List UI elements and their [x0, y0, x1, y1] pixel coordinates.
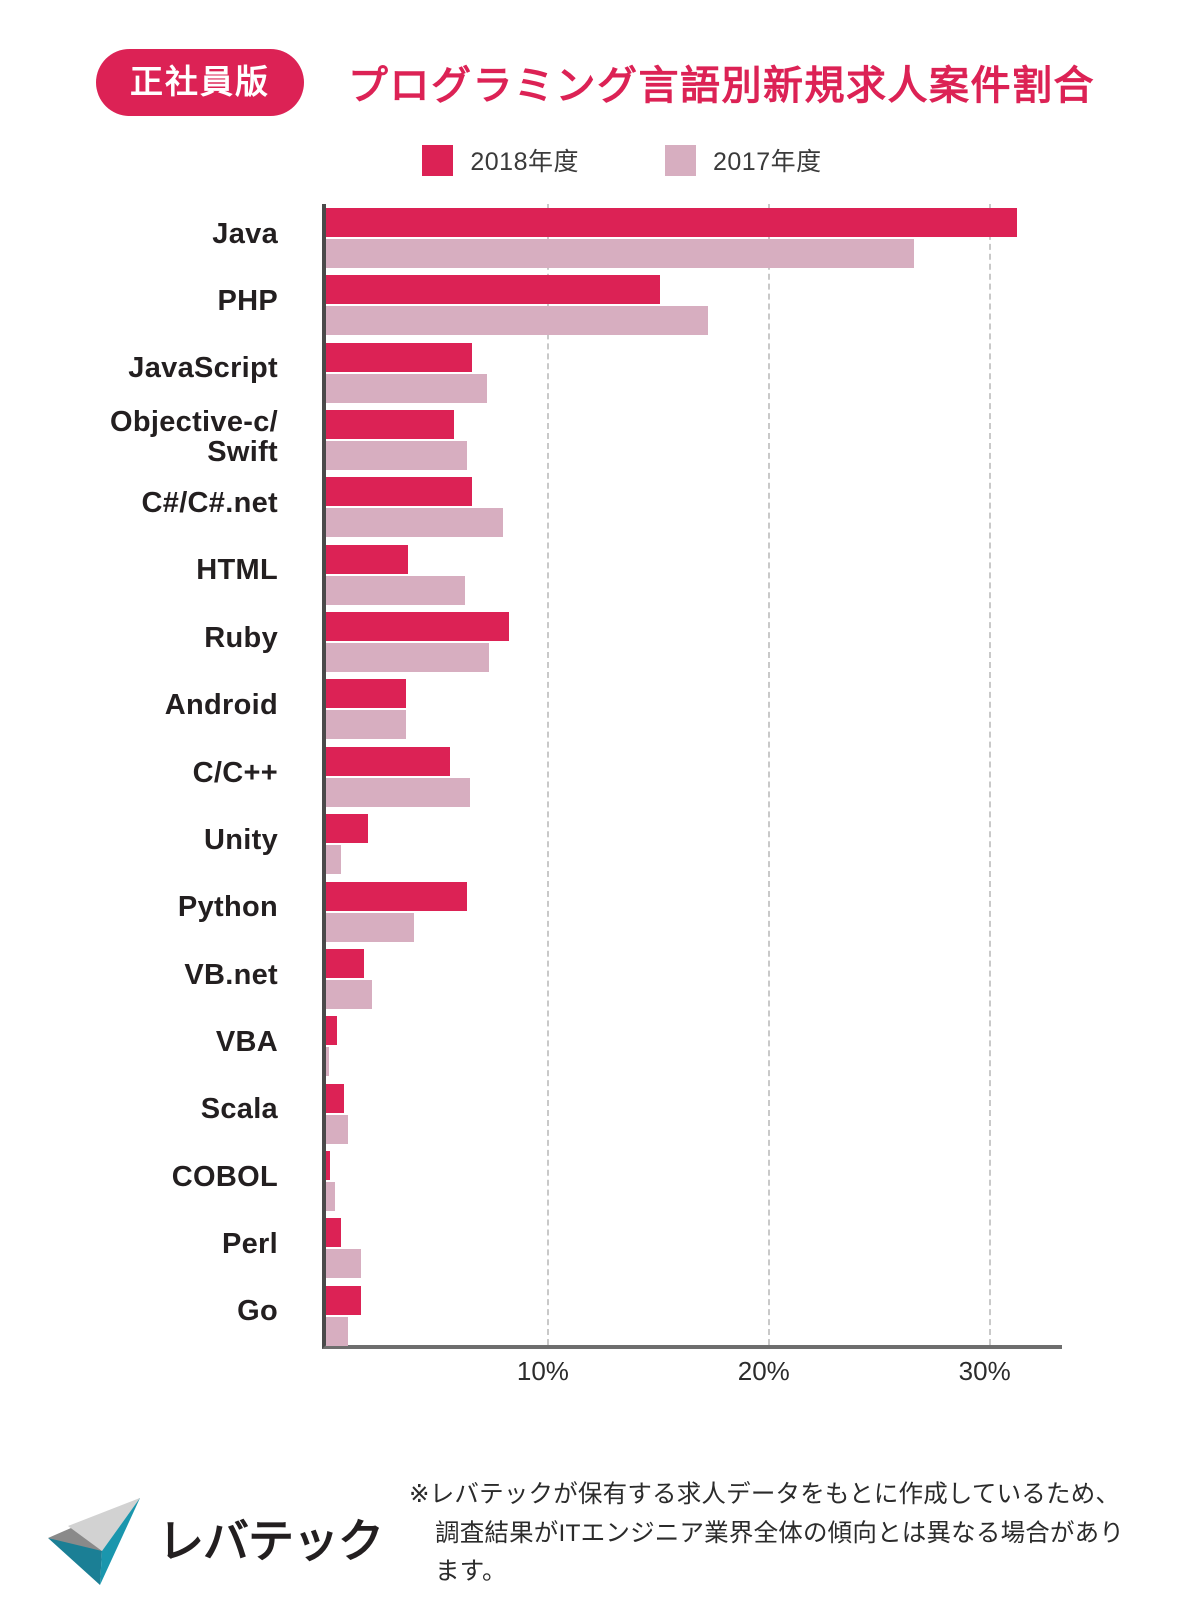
legend-item-2017[interactable]: 2017年度 — [665, 142, 822, 178]
y-axis-label-perl: Perl — [221, 1227, 278, 1260]
chart-legend: 2018年度 2017年度 — [0, 142, 1184, 178]
bar-row — [326, 410, 1062, 477]
bar-go-2018年度[interactable] — [326, 1285, 362, 1315]
y-axis-label-go: Go — [237, 1295, 278, 1328]
legend-label-2017: 2017年度 — [713, 148, 822, 176]
y-axis-label-objective-c-swift: Objective-c/ Swift — [110, 405, 278, 469]
bar-row — [326, 1016, 1062, 1083]
bar-cobol-2017年度[interactable] — [326, 1181, 335, 1211]
x-axis-ticks: 10% 20% 30% — [322, 1356, 1062, 1406]
bar-row — [326, 746, 1062, 814]
bar-vba-2018年度[interactable] — [326, 1016, 338, 1046]
y-axis-label-scala: Scala — [200, 1093, 278, 1126]
y-axis-label-javascript: JavaScript — [128, 352, 278, 385]
y-axis-label-vba: VBA — [215, 1025, 278, 1058]
bar-scala-2018年度[interactable] — [326, 1083, 344, 1113]
y-axis-label-php: PHP — [217, 285, 278, 318]
y-axis-label-python: Python — [177, 891, 278, 924]
bar-javascript-2018年度[interactable] — [326, 342, 472, 372]
bar-html-2017年度[interactable] — [326, 575, 466, 605]
y-axis-label-java: Java — [212, 217, 278, 250]
y-axis-label-vb-net: VB.net — [184, 958, 278, 991]
levtech-logo-text: レバテック — [158, 1514, 384, 1567]
bar-c-c-net-2017年度[interactable] — [326, 508, 503, 538]
bar-php-2018年度[interactable] — [326, 275, 660, 305]
bar-unity-2017年度[interactable] — [326, 845, 342, 875]
bar-row — [326, 477, 1062, 544]
levtech-logo[interactable]: レバテック — [44, 1493, 384, 1588]
bar-row — [326, 881, 1062, 949]
legend-item-2018[interactable]: 2018年度 — [422, 142, 579, 178]
bar-unity-2018年度[interactable] — [326, 814, 368, 844]
footnote-line-2: 調査結果がITエンジニア業界全体の傾向とは異なる場合があります。 — [435, 1519, 1125, 1586]
y-axis-label-android: Android — [164, 689, 278, 722]
y-axis-label-unity: Unity — [204, 823, 278, 856]
bar-ruby-2017年度[interactable] — [326, 643, 490, 673]
y-axis-label-c-c-net: C#/C#.net — [141, 487, 278, 520]
employment-type-badge: 正社員版 — [96, 48, 304, 116]
bar-html-2018年度[interactable] — [326, 544, 408, 574]
bar-row — [326, 544, 1062, 612]
x-tick-label: 20% — [737, 1356, 790, 1386]
bar-chart: Java PHP JavaScript Objective-c/ Swift C#/C#… — [0, 204, 1184, 1404]
bar-row — [326, 612, 1062, 679]
bar-vb-net-2017年度[interactable] — [326, 979, 373, 1009]
bar-java-2018年度[interactable] — [326, 208, 1018, 237]
bar-row — [326, 1150, 1062, 1218]
bar-java-2017年度[interactable] — [326, 239, 914, 268]
bar-c-c--2018年度[interactable] — [326, 746, 450, 776]
chart-header: 正社員版 プログラミング言語別新規求人案件割合 — [0, 0, 1184, 120]
bar-python-2017年度[interactable] — [326, 912, 415, 942]
footnote: ※レバテックが保有する求人データをもとに作成しているため、 調査結果がITエンジ… — [409, 1476, 1144, 1592]
bar-perl-2018年度[interactable] — [326, 1218, 342, 1248]
bar-objective-c-swift-2018年度[interactable] — [326, 410, 455, 440]
bar-row — [326, 1285, 1062, 1353]
bar-row — [326, 1083, 1062, 1151]
y-axis-labels: Java PHP JavaScript Objective-c/ Swift C#/C#… — [0, 204, 300, 1349]
bar-python-2018年度[interactable] — [326, 881, 468, 911]
y-axis-label-c-c-: C/C++ — [192, 756, 278, 789]
bar-cobol-2018年度[interactable] — [326, 1150, 331, 1180]
legend-swatch-2018-icon — [422, 144, 454, 176]
bar-php-2017年度[interactable] — [326, 306, 709, 336]
plot-area — [322, 204, 1062, 1349]
bar-go-2017年度[interactable] — [326, 1316, 349, 1346]
bar-row — [326, 1218, 1062, 1285]
bar-row — [326, 948, 1062, 1016]
bar-row — [326, 679, 1062, 746]
y-axis-label-ruby: Ruby — [204, 621, 278, 654]
legend-swatch-2017-icon — [665, 144, 696, 176]
bar-row — [326, 814, 1062, 881]
bar-perl-2017年度[interactable] — [326, 1249, 362, 1279]
bar-android-2018年度[interactable] — [326, 679, 406, 709]
x-tick-label: 30% — [958, 1356, 1011, 1386]
bar-row — [326, 275, 1062, 342]
bar-android-2017年度[interactable] — [326, 710, 406, 740]
bar-c-c-net-2018年度[interactable] — [326, 477, 472, 507]
bar-scala-2017年度[interactable] — [326, 1114, 349, 1144]
bar-objective-c-swift-2017年度[interactable] — [326, 441, 468, 471]
y-axis-label-cobol: COBOL — [171, 1160, 278, 1193]
y-axis-label-html: HTML — [196, 554, 278, 587]
bar-rows — [326, 204, 1062, 1346]
chart-footer: レバテック ※レバテックが保有する求人データをもとに作成しているため、 調査結果… — [0, 1476, 1184, 1592]
bar-vb-net-2018年度[interactable] — [326, 948, 364, 978]
bar-javascript-2017年度[interactable] — [326, 373, 488, 403]
bar-row — [326, 342, 1062, 410]
legend-label-2018: 2018年度 — [470, 148, 579, 176]
footnote-line-1: ※レバテックが保有する求人データをもとに作成しているため、 — [409, 1480, 1121, 1508]
bar-vba-2017年度[interactable] — [326, 1047, 330, 1077]
levtech-arrow-logo-icon — [48, 1498, 140, 1585]
page-title: プログラミング言語別新規求人案件割合 — [348, 64, 1095, 108]
bar-ruby-2018年度[interactable] — [326, 612, 510, 642]
bar-c-c--2017年度[interactable] — [326, 777, 470, 807]
bar-row — [326, 208, 1062, 275]
x-tick-label: 10% — [516, 1356, 569, 1386]
